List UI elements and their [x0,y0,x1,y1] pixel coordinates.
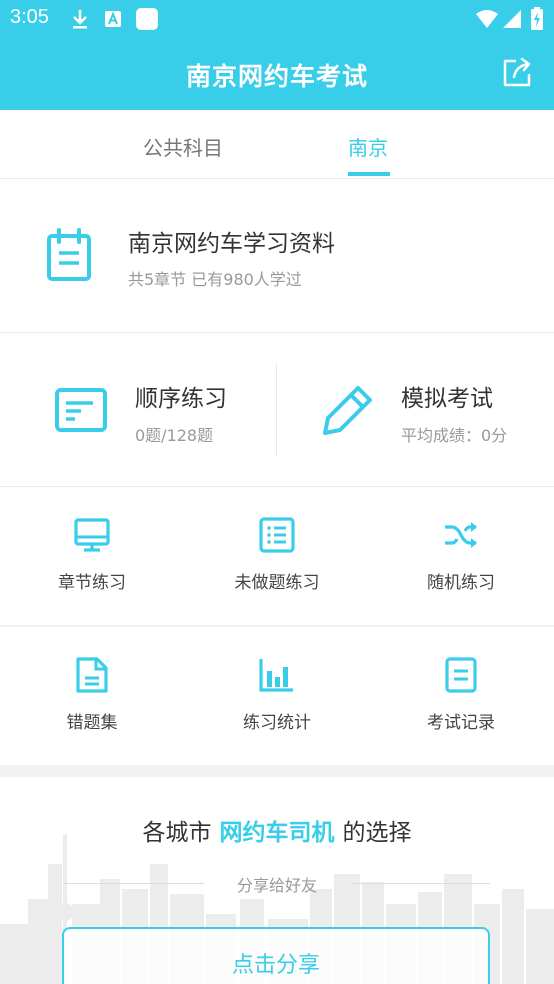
sequential-practice-title: 顺序练习 [135,386,227,412]
tab-public-subject[interactable]: 公共科目 [143,132,223,161]
promo-suffix: 的选择 [342,820,412,846]
tab-bar: 公共科目 南京 [0,110,554,179]
function-grid-row-1: 章节练习 未做题练习 随机练习 [0,487,554,625]
download-icon [73,10,87,29]
record-icon [445,657,477,693]
chapter-practice-button[interactable]: 章节练习 [0,487,184,625]
bar-chart-icon [259,659,293,692]
status-time: 3:05 [10,6,49,28]
random-practice-label: 随机练习 [427,573,495,593]
function-grid-row-2: 错题集 练习统计 考试记录 [0,627,554,765]
share-export-icon[interactable] [500,56,534,90]
promo-headline: 各城市 网约车司机 的选择 [0,813,554,847]
undone-practice-label: 未做题练习 [234,573,320,593]
tab-active-indicator [348,172,390,176]
document-icon [76,657,108,693]
divider-right [352,883,490,884]
app-store-icon [105,11,121,27]
mock-exam-average: 平均成绩：0分 [401,426,508,445]
share-promo-section: 各城市 网约车司机 的选择 分享给好友 点击分享 [0,777,554,984]
random-practice-button[interactable]: 随机练习 [369,487,553,625]
signal-icon [503,10,521,28]
calendar-icon [47,228,91,281]
practice-panel: 顺序练习 0题/128题 模拟考试 平均成绩：0分 [0,333,554,487]
study-material-card[interactable]: 南京网约车学习资料 共5章节 已有980人学过 [0,179,554,333]
notification-square-icon [136,8,158,30]
undone-practice-button[interactable]: 未做题练习 [185,487,369,625]
practice-stats-label: 练习统计 [243,713,311,733]
exam-records-button[interactable]: 考试记录 [369,627,553,765]
click-share-button[interactable]: 点击分享 [62,927,490,984]
pencil-icon [323,386,372,435]
shuffle-icon [445,522,477,548]
list-icon [259,517,295,553]
promo-highlight: 网约车司机 [219,820,335,846]
wrong-questions-button[interactable]: 错题集 [0,627,184,765]
sequential-practice-progress: 0题/128题 [135,426,214,445]
status-bar: 3:05 [0,0,554,38]
mock-exam-button[interactable]: 模拟考试 平均成绩：0分 [277,333,554,486]
monitor-icon [74,518,110,552]
material-title: 南京网约车学习资料 [128,231,335,257]
material-subtitle: 共5章节 已有980人学过 [128,270,302,289]
promo-prefix: 各城市 [142,820,212,846]
exam-records-label: 考试记录 [427,713,495,733]
sequential-practice-button[interactable]: 顺序练习 0题/128题 [0,333,276,486]
wifi-icon [476,10,498,28]
battery-icon [531,7,543,30]
chapter-practice-label: 章节练习 [58,573,126,593]
card-list-icon [55,388,107,432]
page-title: 南京网约车考试 [185,62,368,91]
tab-nanjing[interactable]: 南京 [348,132,388,161]
app-bar: 南京网约车考试 [0,38,554,110]
mock-exam-title: 模拟考试 [401,386,493,412]
share-to-friends-text: 分享给好友 [236,876,317,895]
practice-stats-button[interactable]: 练习统计 [185,627,369,765]
wrong-questions-label: 错题集 [66,713,118,733]
